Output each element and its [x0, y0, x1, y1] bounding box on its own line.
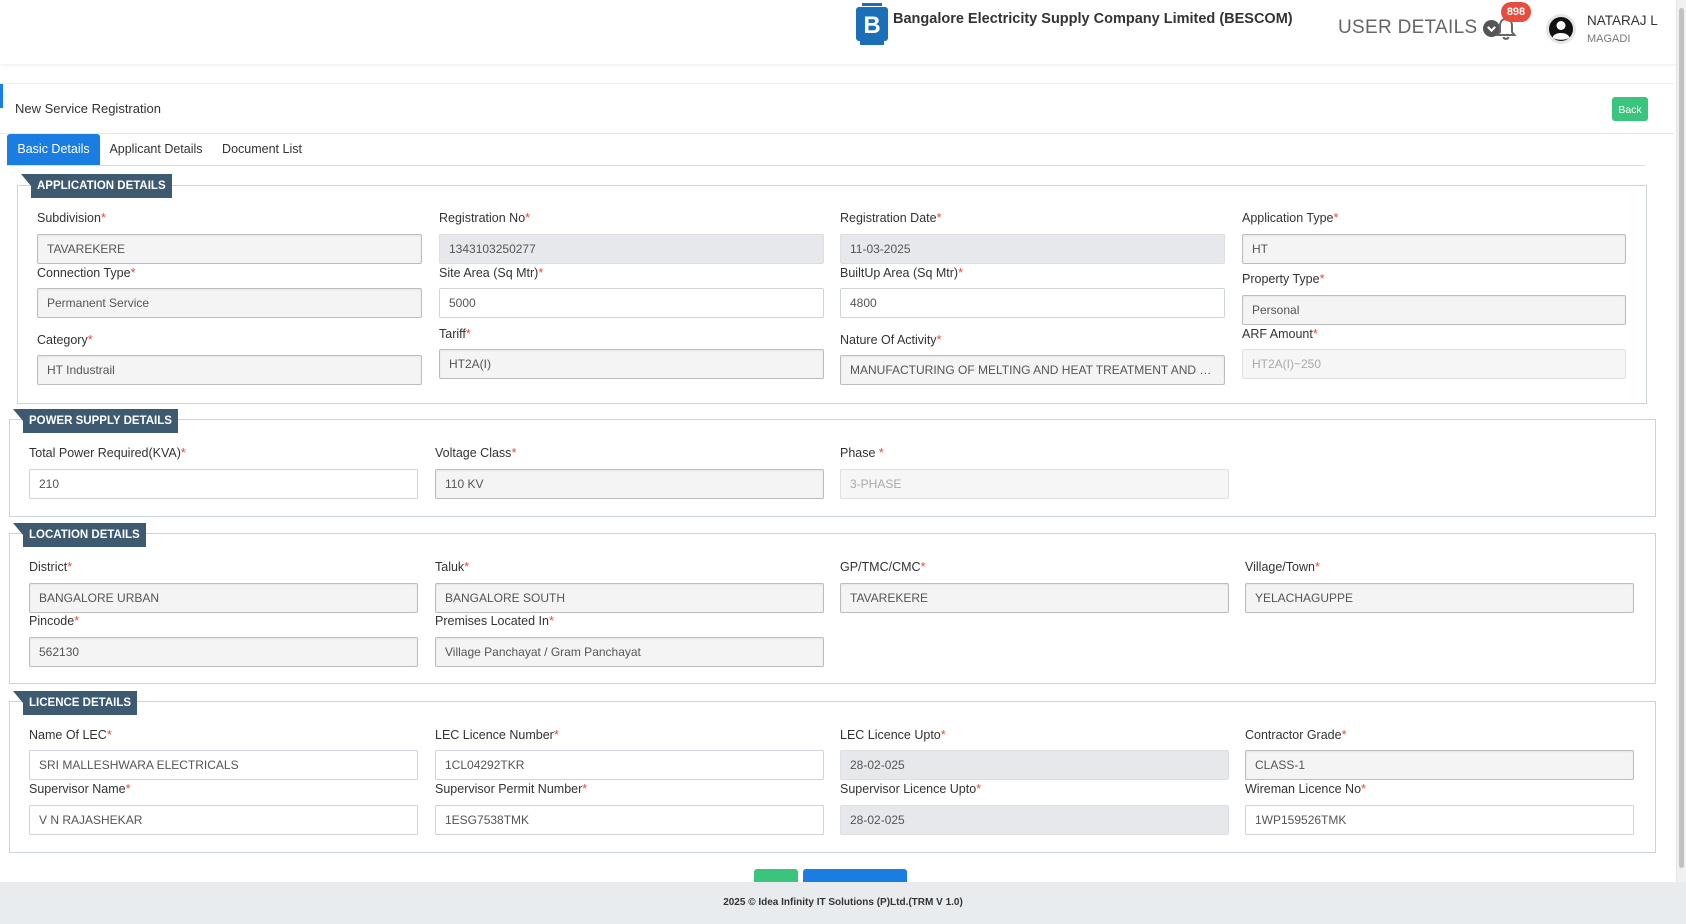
taluk-select[interactable]: BANGALORE SOUTH	[435, 583, 824, 613]
back-button[interactable]: Back	[1612, 97, 1648, 121]
application-submit-button[interactable]	[803, 869, 907, 882]
application-type-label: Application Type*	[1242, 211, 1339, 225]
lec-upto-field[interactable]: 28-02-025	[840, 750, 1229, 780]
total-power-input[interactable]: 210	[29, 469, 418, 499]
user-avatar-icon[interactable]	[1546, 14, 1576, 44]
contractor-grade-label: Contractor Grade*	[1245, 728, 1347, 742]
wireman-licence-label: Wireman Licence No*	[1245, 782, 1366, 796]
category-select[interactable]: HT Industrail	[37, 355, 422, 385]
builtup-area-input[interactable]: 4800	[840, 288, 1225, 318]
property-type-label: Property Type*	[1242, 272, 1325, 286]
subdivision-label: Subdivision*	[37, 211, 106, 225]
bescom-logo: B	[856, 3, 888, 45]
lec-name-input[interactable]: SRI MALLESHWARA ELECTRICALS	[29, 750, 418, 780]
pincode-field[interactable]: 562130	[29, 637, 418, 667]
supervisor-name-label: Supervisor Name*	[29, 782, 131, 796]
tab-document-list[interactable]: Document List	[217, 134, 307, 165]
premises-label: Premises Located In*	[435, 614, 554, 628]
page-title: New Service Registration	[15, 101, 161, 116]
subdivision-select[interactable]: TAVAREKERE	[37, 234, 422, 264]
village-town-label: Village/Town*	[1245, 560, 1320, 574]
district-select[interactable]: BANGALORE URBAN	[29, 583, 418, 613]
supervisor-upto-field[interactable]: 28-02-025	[840, 805, 1229, 835]
voltage-class-label: Voltage Class*	[435, 446, 517, 460]
footer: 2025 © Idea Infinity IT Solutions (P)Ltd…	[0, 882, 1686, 924]
tab-applicant-details[interactable]: Applicant Details	[107, 134, 205, 165]
top-navbar: B Bangalore Electricity Supply Company L…	[0, 0, 1686, 64]
phase-label: Phase *	[840, 446, 884, 460]
user-details-menu[interactable]: USER DETAILS	[1338, 17, 1501, 39]
tariff-label: Tariff*	[439, 327, 471, 341]
user-name: NATARAJ L	[1587, 13, 1658, 28]
supervisor-name-input[interactable]: V N RAJASHEKAR	[29, 805, 418, 835]
tab-basic-details[interactable]: Basic Details	[7, 134, 100, 165]
supervisor-permit-label: Supervisor Permit Number*	[435, 782, 588, 796]
user-details-label: USER DETAILS	[1338, 17, 1478, 38]
notification-badge: 898	[1501, 2, 1531, 22]
power-supply-section	[9, 419, 1656, 517]
total-power-label: Total Power Required(KVA)*	[29, 446, 186, 460]
nature-of-activity-select[interactable]: MANUFACTURING OF MELTING AND HEAT TREATM…	[840, 355, 1225, 385]
property-type-select[interactable]: Personal	[1242, 295, 1626, 325]
category-label: Category*	[37, 333, 93, 347]
company-name: Bangalore Electricity Supply Company Lim…	[893, 11, 1293, 27]
registration-date-label: Registration Date*	[840, 211, 942, 225]
premises-select[interactable]: Village Panchayat / Gram Panchayat	[435, 637, 824, 667]
svg-text:B: B	[863, 12, 880, 39]
connection-type-select[interactable]: Permanent Service	[37, 288, 422, 318]
vertical-scrollbar[interactable]	[1676, 0, 1686, 882]
taluk-label: Taluk*	[435, 560, 470, 574]
user-location: MAGADI	[1587, 33, 1631, 45]
tariff-select[interactable]: HT2A(I)	[439, 349, 824, 379]
application-details-legend: APPLICATION DETAILS	[21, 174, 172, 198]
nature-of-activity-label: Nature Of Activity*	[840, 333, 942, 347]
power-supply-legend: POWER SUPPLY DETAILS	[13, 409, 178, 433]
footer-text: 2025 © Idea Infinity IT Solutions (P)Ltd…	[723, 897, 963, 908]
pincode-label: Pincode*	[29, 614, 80, 628]
lec-number-input[interactable]: 1CL04292TKR	[435, 750, 824, 780]
next-button[interactable]	[754, 869, 798, 882]
lec-number-label: LEC Licence Number*	[435, 728, 559, 742]
licence-details-legend: LICENCE DETAILS	[12, 691, 138, 715]
registration-no-label: Registration No*	[439, 211, 531, 225]
connection-type-label: Connection Type*	[37, 266, 136, 280]
supervisor-upto-label: Supervisor Licence Upto*	[840, 782, 982, 796]
registration-date-field[interactable]: 11-03-2025	[840, 234, 1225, 264]
gp-tmc-cmc-label: GP/TMC/CMC*	[840, 560, 926, 574]
card-accent-bar	[0, 84, 3, 108]
location-details-legend: LOCATION DETAILS	[13, 523, 146, 547]
voltage-class-select[interactable]: 110 KV	[435, 469, 824, 499]
tab-underline	[7, 165, 1645, 166]
contractor-grade-select[interactable]: CLASS-1	[1245, 750, 1634, 780]
phase-field[interactable]: 3-PHASE	[840, 469, 1229, 499]
builtup-area-label: BuiltUp Area (Sq Mtr)*	[840, 266, 963, 280]
district-label: District*	[29, 560, 73, 574]
registration-no-field[interactable]: 1343103250277	[439, 234, 824, 264]
scrollbar-thumb[interactable]	[1679, 8, 1684, 868]
site-area-label: Site Area (Sq Mtr)*	[439, 266, 544, 280]
site-area-input[interactable]: 5000	[439, 288, 824, 318]
arf-amount-label: ARF Amount*	[1242, 327, 1318, 341]
village-town-select[interactable]: YELACHAGUPPE	[1245, 583, 1634, 613]
supervisor-permit-input[interactable]: 1ESG7538TMK	[435, 805, 824, 835]
application-type-select[interactable]: HT	[1242, 234, 1626, 264]
wireman-licence-input[interactable]: 1WP159526TMK	[1245, 805, 1634, 835]
lec-name-label: Name Of LEC*	[29, 728, 112, 742]
gp-tmc-cmc-select[interactable]: TAVAREKERE	[840, 583, 1229, 613]
lec-upto-label: LEC Licence Upto*	[840, 728, 946, 742]
arf-amount-field[interactable]: HT2A(I)~250	[1242, 349, 1626, 379]
